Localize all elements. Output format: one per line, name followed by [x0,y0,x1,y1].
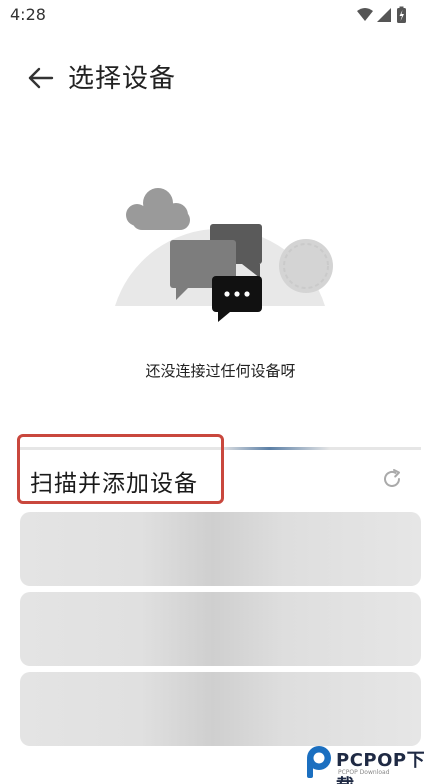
highlight-annotation-box [17,434,224,504]
device-skeleton-card [20,672,421,746]
speech-bubble-typing-icon [212,276,262,322]
cloud-icon [126,188,190,230]
pcpop-logo-icon [307,746,331,778]
device-skeleton-card [20,512,421,586]
badge-icon [279,239,333,293]
page-title: 选择设备 [68,64,177,94]
app-bar: 选择设备 [0,50,441,106]
back-arrow-icon[interactable] [24,62,60,94]
device-skeleton-card [20,592,421,666]
scan-progress-indicator [220,447,330,450]
empty-state-message: 还没连接过任何设备呀 [145,362,296,380]
wifi-icon [357,8,373,21]
signal-icon [377,8,391,22]
status-bar: 4:28 [0,0,441,32]
watermark: PCPOP下载 PCPOP Download [304,742,441,784]
refresh-icon[interactable] [380,467,404,491]
watermark-brand: PCPOP下载 [336,750,426,784]
status-icons [357,6,406,23]
chat-bubbles-cloud-illustration [115,188,333,322]
status-time: 4:28 [10,5,46,24]
battery-charging-icon [397,6,406,23]
watermark-tagline: PCPOP Download [338,769,390,776]
